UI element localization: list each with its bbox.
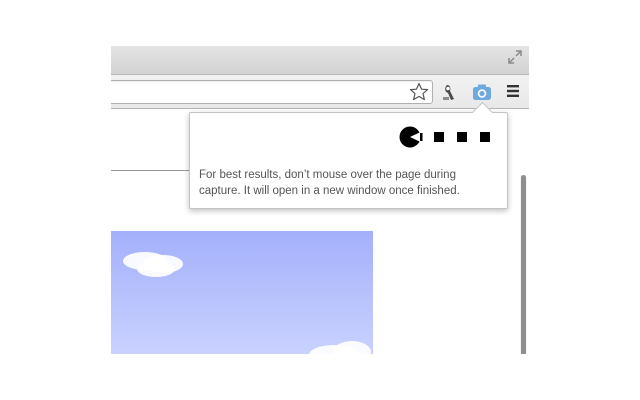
address-bar[interactable] — [111, 80, 433, 104]
address-input[interactable] — [116, 83, 400, 101]
capture-popup: For best results, don’t mouse over the p… — [189, 101, 508, 209]
fullscreen-icon[interactable] — [507, 49, 523, 65]
popup-message: For best results, don’t mouse over the p… — [199, 169, 460, 197]
star-icon[interactable] — [409, 82, 429, 102]
scrollbar-thumb[interactable] — [521, 175, 526, 354]
title-bar — [111, 46, 529, 75]
camera-icon[interactable] — [471, 81, 493, 103]
cloud — [333, 341, 371, 354]
menu-icon[interactable] — [505, 83, 521, 99]
extension-icon[interactable] — [441, 82, 461, 102]
pacman-progress-icon — [399, 126, 490, 148]
browser-toolbar — [111, 75, 529, 109]
vertical-scrollbar[interactable] — [520, 175, 527, 354]
sky-image — [111, 231, 373, 354]
cloud — [137, 261, 175, 277]
